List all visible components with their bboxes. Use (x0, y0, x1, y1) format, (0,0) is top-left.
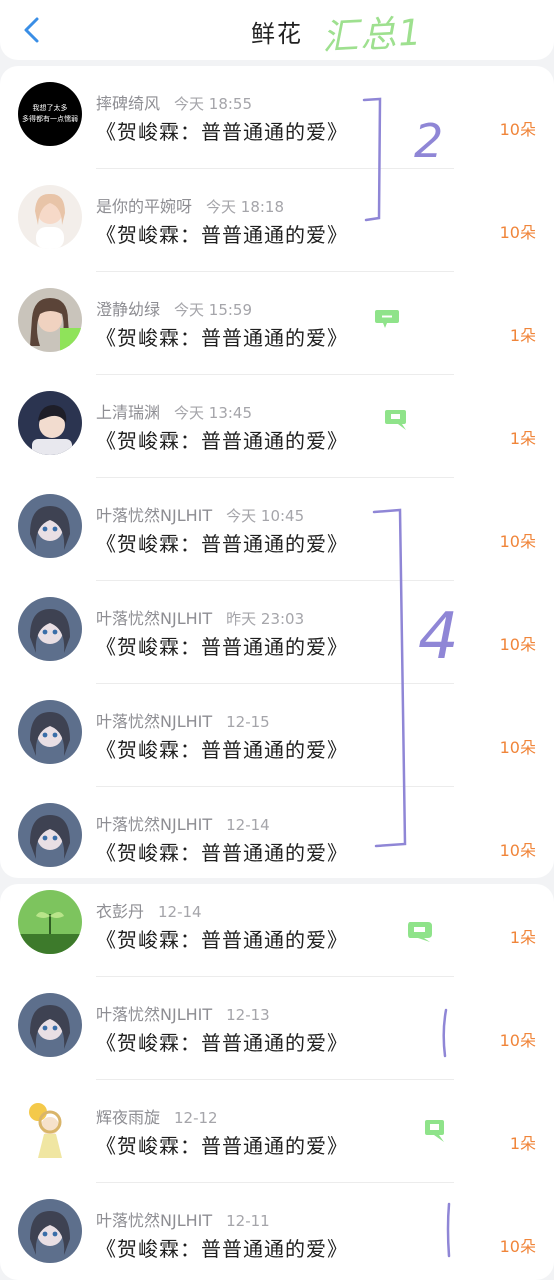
sender-name[interactable]: 上清瑞渊 (96, 403, 160, 422)
list-item[interactable]: 辉夜雨旋 12-12 《贺峻霖：普普通通的爱》 1朵 (0, 1080, 554, 1183)
flower-count: 1朵 (509, 429, 536, 448)
avatar[interactable] (18, 1096, 82, 1160)
gift-title: 《贺峻霖：普普通通的爱》 (96, 928, 348, 952)
page-title: 鲜花 (251, 20, 303, 48)
handwritten-bracket-group-1 (362, 97, 382, 222)
timestamp: 今天 18:55 (174, 95, 253, 113)
gift-title: 《贺峻霖：普普通通的爱》 (96, 120, 348, 144)
gift-title: 《贺峻霖：普普通通的爱》 (96, 429, 348, 453)
handwritten-annotation-total: 汇总1 (321, 12, 425, 59)
sender-name[interactable]: 辉夜雨旋 (96, 1108, 160, 1127)
handwritten-bracket-group-2 (372, 508, 407, 848)
handwritten-annotation-group-2: 4 (418, 600, 459, 674)
list-item[interactable]: 我想了太多 多得都有一点懦弱 摔碑绮风 今天 18:55 《贺峻霖：普普通通的爱》… (0, 66, 554, 169)
sender-name[interactable]: 叶落忧然NJLHIT (96, 815, 212, 834)
timestamp: 今天 13:45 (174, 404, 253, 422)
flower-count: 10朵 (499, 532, 536, 551)
list-item[interactable]: 衣彭丹 12-14 《贺峻霖：普普通通的爱》 1朵 (0, 874, 554, 977)
gift-title: 《贺峻霖：普普通通的爱》 (96, 1031, 348, 1055)
sender-name[interactable]: 澄静幼绿 (96, 300, 160, 319)
flower-count: 10朵 (499, 223, 536, 242)
avatar[interactable] (18, 391, 82, 455)
gift-title: 《贺峻霖：普普通通的爱》 (96, 841, 348, 865)
sender-name[interactable]: 是你的平婉呀 (96, 197, 192, 216)
list-item[interactable]: 叶落忧然NJLHIT 今天 10:45 《贺峻霖：普普通通的爱》 10朵 (0, 478, 554, 581)
chat-icon (375, 310, 399, 328)
chat-icon (408, 922, 432, 942)
flower-count: 10朵 (499, 635, 536, 654)
timestamp: 12-14 (226, 816, 270, 834)
sender-name[interactable]: 叶落忧然NJLHIT (96, 609, 212, 628)
list-item[interactable]: 上清瑞渊 今天 13:45 《贺峻霖：普普通通的爱》 1朵 (0, 375, 554, 478)
list-item[interactable]: 澄静幼绿 今天 15:59 《贺峻霖：普普通通的爱》 1朵 (0, 272, 554, 375)
gift-title: 《贺峻霖：普普通通的爱》 (96, 1134, 348, 1158)
handwritten-mark-single-1 (442, 1008, 448, 1058)
list-item[interactable]: 叶落忧然NJLHIT 12-13 《贺峻霖：普普通通的爱》 10朵 (0, 977, 554, 1080)
flower-count: 1朵 (509, 928, 536, 947)
handwritten-annotation-group-1: 2 (414, 114, 444, 168)
list-item[interactable]: 叶落忧然NJLHIT 昨天 23:03 《贺峻霖：普普通通的爱》 10朵 (0, 581, 554, 684)
avatar[interactable] (18, 288, 82, 352)
sender-name[interactable]: 叶落忧然NJLHIT (96, 506, 212, 525)
sender-name[interactable]: 叶落忧然NJLHIT (96, 1211, 212, 1230)
avatar[interactable] (18, 1199, 82, 1263)
top-bar: 鲜花 汇总1 (0, 0, 554, 60)
handwritten-mark-single-2 (446, 1202, 451, 1258)
sender-name[interactable]: 衣彭丹 (96, 902, 144, 921)
avatar[interactable] (18, 993, 82, 1057)
avatar[interactable] (18, 185, 82, 249)
flower-count: 10朵 (499, 841, 536, 860)
gift-title: 《贺峻霖：普普通通的爱》 (96, 532, 348, 556)
flower-list-card-1: 我想了太多 多得都有一点懦弱 摔碑绮风 今天 18:55 《贺峻霖：普普通通的爱》… (0, 66, 554, 878)
timestamp: 12-13 (226, 1006, 270, 1024)
gift-title: 《贺峻霖：普普通通的爱》 (96, 223, 348, 247)
avatar[interactable] (18, 494, 82, 558)
flower-list-card-2: 衣彭丹 12-14 《贺峻霖：普普通通的爱》 1朵 叶落忧然NJLHIT 12-13… (0, 884, 554, 1280)
flower-count: 1朵 (509, 326, 536, 345)
chat-icon (425, 1120, 444, 1142)
gift-title: 《贺峻霖：普普通通的爱》 (96, 635, 348, 659)
timestamp: 12-15 (226, 713, 270, 731)
sender-name[interactable]: 叶落忧然NJLHIT (96, 1005, 212, 1024)
list-item[interactable]: 是你的平婉呀 今天 18:18 《贺峻霖：普普通通的爱》 10朵 (0, 169, 554, 272)
avatar-caption: 我想了太多 多得都有一点懦弱 (22, 104, 78, 123)
flower-count: 10朵 (499, 738, 536, 757)
list-item[interactable]: 叶落忧然NJLHIT 12-11 《贺峻霖：普普通通的爱》 10朵 (0, 1183, 554, 1280)
gift-title: 《贺峻霖：普普通通的爱》 (96, 326, 348, 350)
avatar[interactable]: 我想了太多 多得都有一点懦弱 (18, 82, 82, 146)
flower-count: 1朵 (509, 1134, 536, 1153)
timestamp: 昨天 23:03 (226, 610, 305, 628)
chat-icon (385, 410, 406, 430)
sender-name[interactable]: 摔碑绮风 (96, 94, 160, 113)
sender-name[interactable]: 叶落忧然NJLHIT (96, 712, 212, 731)
avatar[interactable] (18, 597, 82, 661)
flower-count: 10朵 (499, 1031, 536, 1050)
flower-count: 10朵 (499, 1237, 536, 1256)
avatar[interactable] (18, 700, 82, 764)
avatar[interactable] (18, 803, 82, 867)
gift-title: 《贺峻霖：普普通通的爱》 (96, 738, 348, 762)
flower-count: 10朵 (499, 120, 536, 139)
timestamp: 12-12 (174, 1109, 218, 1127)
timestamp: 12-14 (158, 903, 202, 921)
list-item[interactable]: 叶落忧然NJLHIT 12-15 《贺峻霖：普普通通的爱》 10朵 (0, 684, 554, 787)
timestamp: 12-11 (226, 1212, 270, 1230)
gift-title: 《贺峻霖：普普通通的爱》 (96, 1237, 348, 1261)
avatar[interactable] (18, 890, 82, 954)
timestamp: 今天 10:45 (226, 507, 305, 525)
timestamp: 今天 15:59 (174, 301, 253, 319)
timestamp: 今天 18:18 (206, 198, 285, 216)
